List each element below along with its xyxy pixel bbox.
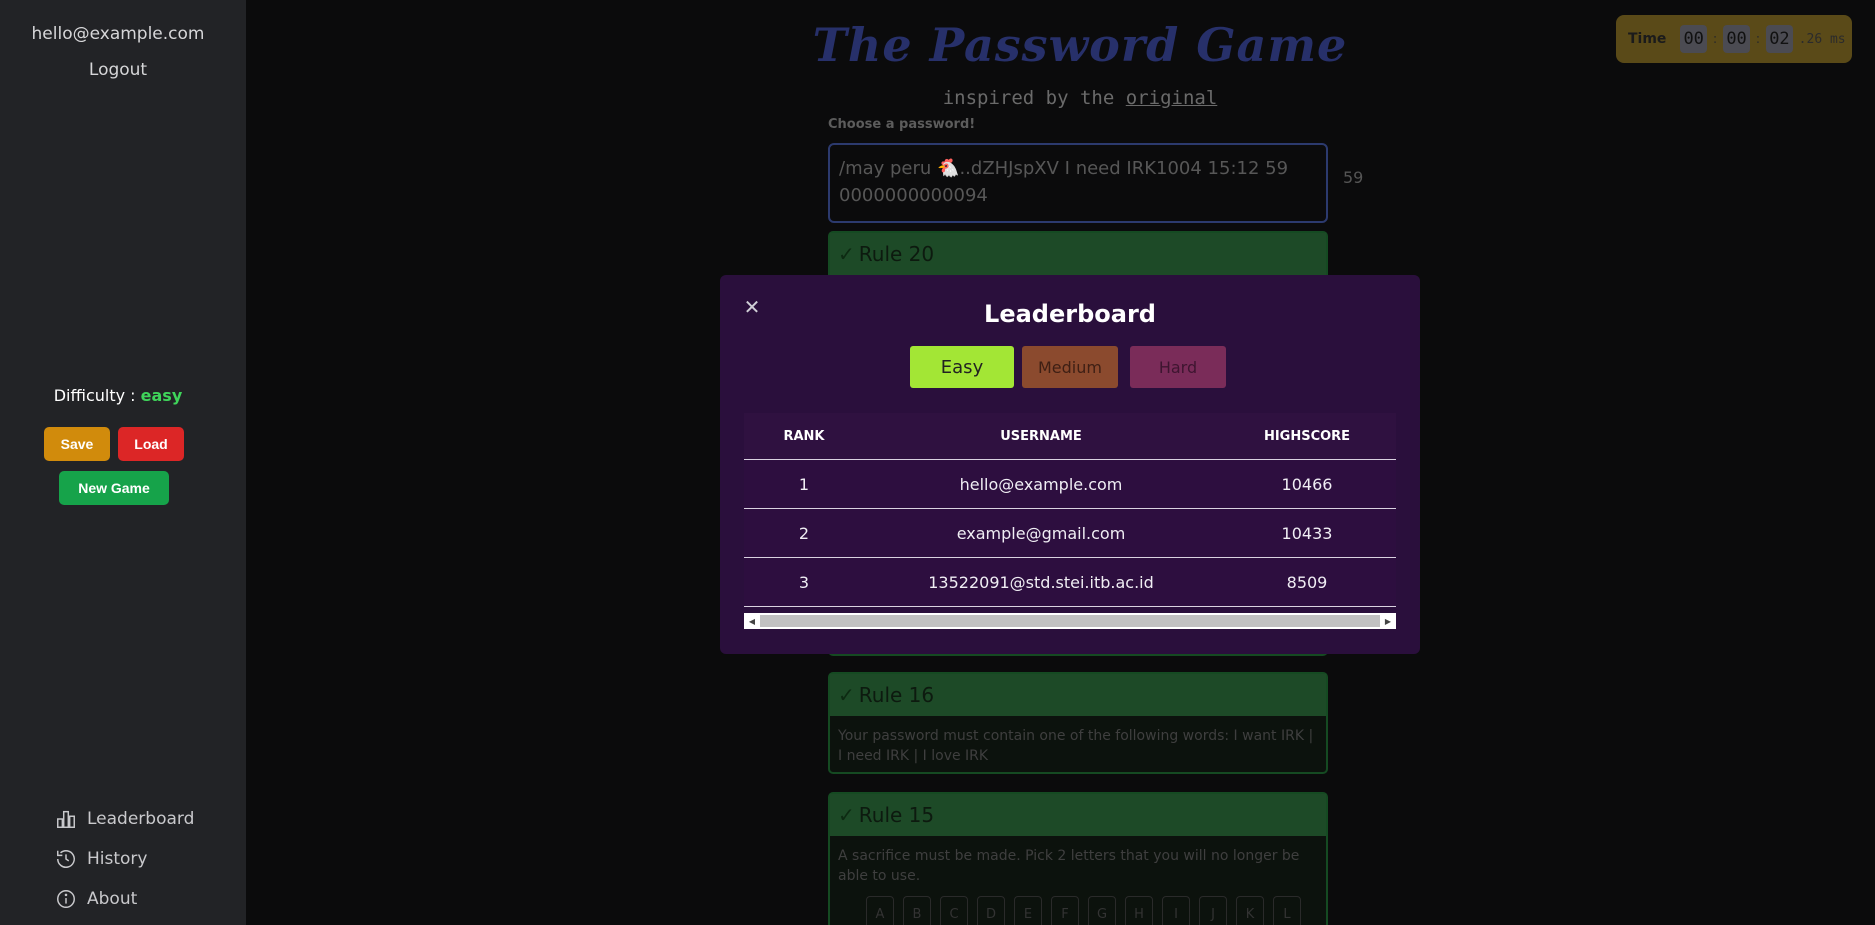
rank-cell: 2 — [798, 523, 810, 543]
letter-button[interactable]: E — [1014, 896, 1042, 925]
letter-button[interactable]: G — [1088, 896, 1116, 925]
rule-title: Rule 15 — [858, 803, 935, 827]
timer-label: Time — [1628, 31, 1667, 47]
table-row: 3 13522091@std.stei.itb.ac.id 8509 — [744, 558, 1396, 607]
sacrifice-letters: A B C D E F G H I J K L — [838, 896, 1318, 925]
sidebar-item-label: Leaderboard — [87, 809, 195, 829]
score-cell: 8509 — [1286, 572, 1328, 592]
column-header: HIGHSCORE — [1263, 428, 1351, 444]
table-header: RANK USERNAME HIGHSCORE — [744, 413, 1396, 460]
page-subtitle: inspired by the original — [740, 87, 1420, 109]
user-email: hello@example.com — [31, 24, 205, 44]
rule-header: ✓ Rule 15 — [830, 794, 1326, 836]
table-row: 2 example@gmail.com 10433 — [744, 509, 1396, 558]
timer-colon: : — [1755, 31, 1761, 47]
letter-button[interactable]: A — [866, 896, 894, 925]
tab-easy[interactable]: Easy — [910, 346, 1014, 388]
new-game-button[interactable]: New Game — [59, 471, 169, 505]
sidebar-item-label: About — [87, 889, 138, 909]
rule-description: A sacrifice must be made. Pick 2 letters… — [838, 848, 1300, 884]
letter-button[interactable]: B — [903, 896, 931, 925]
rule-text: A sacrifice must be made. Pick 2 letters… — [830, 836, 1326, 925]
save-button[interactable]: Save — [44, 427, 110, 461]
tab-hard[interactable]: Hard — [1130, 346, 1226, 388]
scroll-left-icon[interactable]: ◀ — [744, 613, 760, 629]
sidebar-item-about[interactable]: About — [55, 888, 137, 910]
letter-button[interactable]: K — [1236, 896, 1264, 925]
page-title: The Password Game — [812, 18, 1348, 72]
logout-link[interactable]: Logout — [0, 60, 236, 80]
sidebar-item-label: History — [87, 849, 148, 869]
subtitle-text: inspired by the — [942, 87, 1115, 109]
rank-cell: 1 — [798, 474, 810, 494]
rule-card: ✓ Rule 15 A sacrifice must be made. Pick… — [828, 792, 1328, 925]
scrollbar-thumb[interactable] — [760, 615, 1380, 627]
letter-button[interactable]: I — [1162, 896, 1190, 925]
sidebar-item-history[interactable]: History — [55, 848, 147, 870]
timer-ms: .26 ms — [1798, 31, 1846, 47]
tab-medium[interactable]: Medium — [1022, 346, 1118, 388]
rule-card: ✓ Rule 16 Your password must contain one… — [828, 672, 1328, 774]
check-icon: ✓ — [838, 242, 855, 266]
history-icon — [57, 850, 75, 868]
sidebar: hello@example.com Logout Difficulty : ea… — [0, 0, 246, 925]
rule-title: Rule 16 — [858, 683, 935, 707]
letter-button[interactable]: C — [940, 896, 968, 925]
letter-button[interactable]: H — [1125, 896, 1153, 925]
timer-seconds: 02 — [1766, 25, 1793, 53]
rule-text: Your password must contain one of the fo… — [838, 728, 1314, 764]
password-label: Choose a password! — [828, 117, 976, 132]
timer: Time 00 : 00 : 02 .26 ms — [1616, 15, 1852, 63]
column-header: USERNAME — [1000, 428, 1082, 444]
leaderboard-modal: ✕ Leaderboard Easy Medium Hard RANK USER… — [720, 275, 1420, 654]
username-cell: 13522091@std.stei.itb.ac.id — [928, 572, 1154, 592]
password-input[interactable]: /may peru 🐔..dZHJspXV I need IRK1004 15:… — [828, 143, 1328, 223]
horizontal-scrollbar[interactable]: ◀ ▶ — [744, 613, 1396, 629]
rule-header: ✓ Rule 20 — [830, 233, 1326, 275]
leaderboard-table: RANK USERNAME HIGHSCORE 1 hello@example.… — [744, 413, 1396, 607]
sidebar-item-leaderboard[interactable]: Leaderboard — [55, 808, 194, 830]
letter-button[interactable]: L — [1273, 896, 1301, 925]
scroll-right-icon[interactable]: ▶ — [1380, 613, 1396, 629]
timer-colon: : — [1712, 31, 1718, 47]
username-cell: hello@example.com — [959, 474, 1123, 494]
column-header: RANK — [783, 428, 825, 444]
rule-title: Rule 20 — [858, 242, 935, 266]
bar-chart-icon — [57, 810, 75, 828]
difficulty-indicator: Difficulty : easy — [0, 386, 236, 405]
difficulty-label: Difficulty : — [53, 386, 136, 405]
info-icon — [57, 890, 75, 908]
check-icon: ✓ — [838, 683, 855, 707]
rule-header: ✓ Rule 16 — [830, 674, 1326, 716]
score-cell: 10466 — [1281, 474, 1333, 494]
char-count: 59 — [1343, 168, 1364, 187]
username-cell: example@gmail.com — [956, 523, 1126, 543]
table-row: 1 hello@example.com 10466 — [744, 460, 1396, 509]
letter-button[interactable]: D — [977, 896, 1005, 925]
original-link[interactable]: original — [1126, 87, 1218, 109]
timer-hours: 00 — [1680, 25, 1707, 53]
difficulty-value: easy — [140, 386, 183, 405]
timer-minutes: 00 — [1723, 25, 1750, 53]
modal-title: Leaderboard — [984, 300, 1156, 328]
check-icon: ✓ — [838, 803, 855, 827]
load-button[interactable]: Load — [118, 427, 184, 461]
score-cell: 10433 — [1281, 523, 1333, 543]
letter-button[interactable]: F — [1051, 896, 1079, 925]
letter-button[interactable]: J — [1199, 896, 1227, 925]
rank-cell: 3 — [798, 572, 810, 592]
